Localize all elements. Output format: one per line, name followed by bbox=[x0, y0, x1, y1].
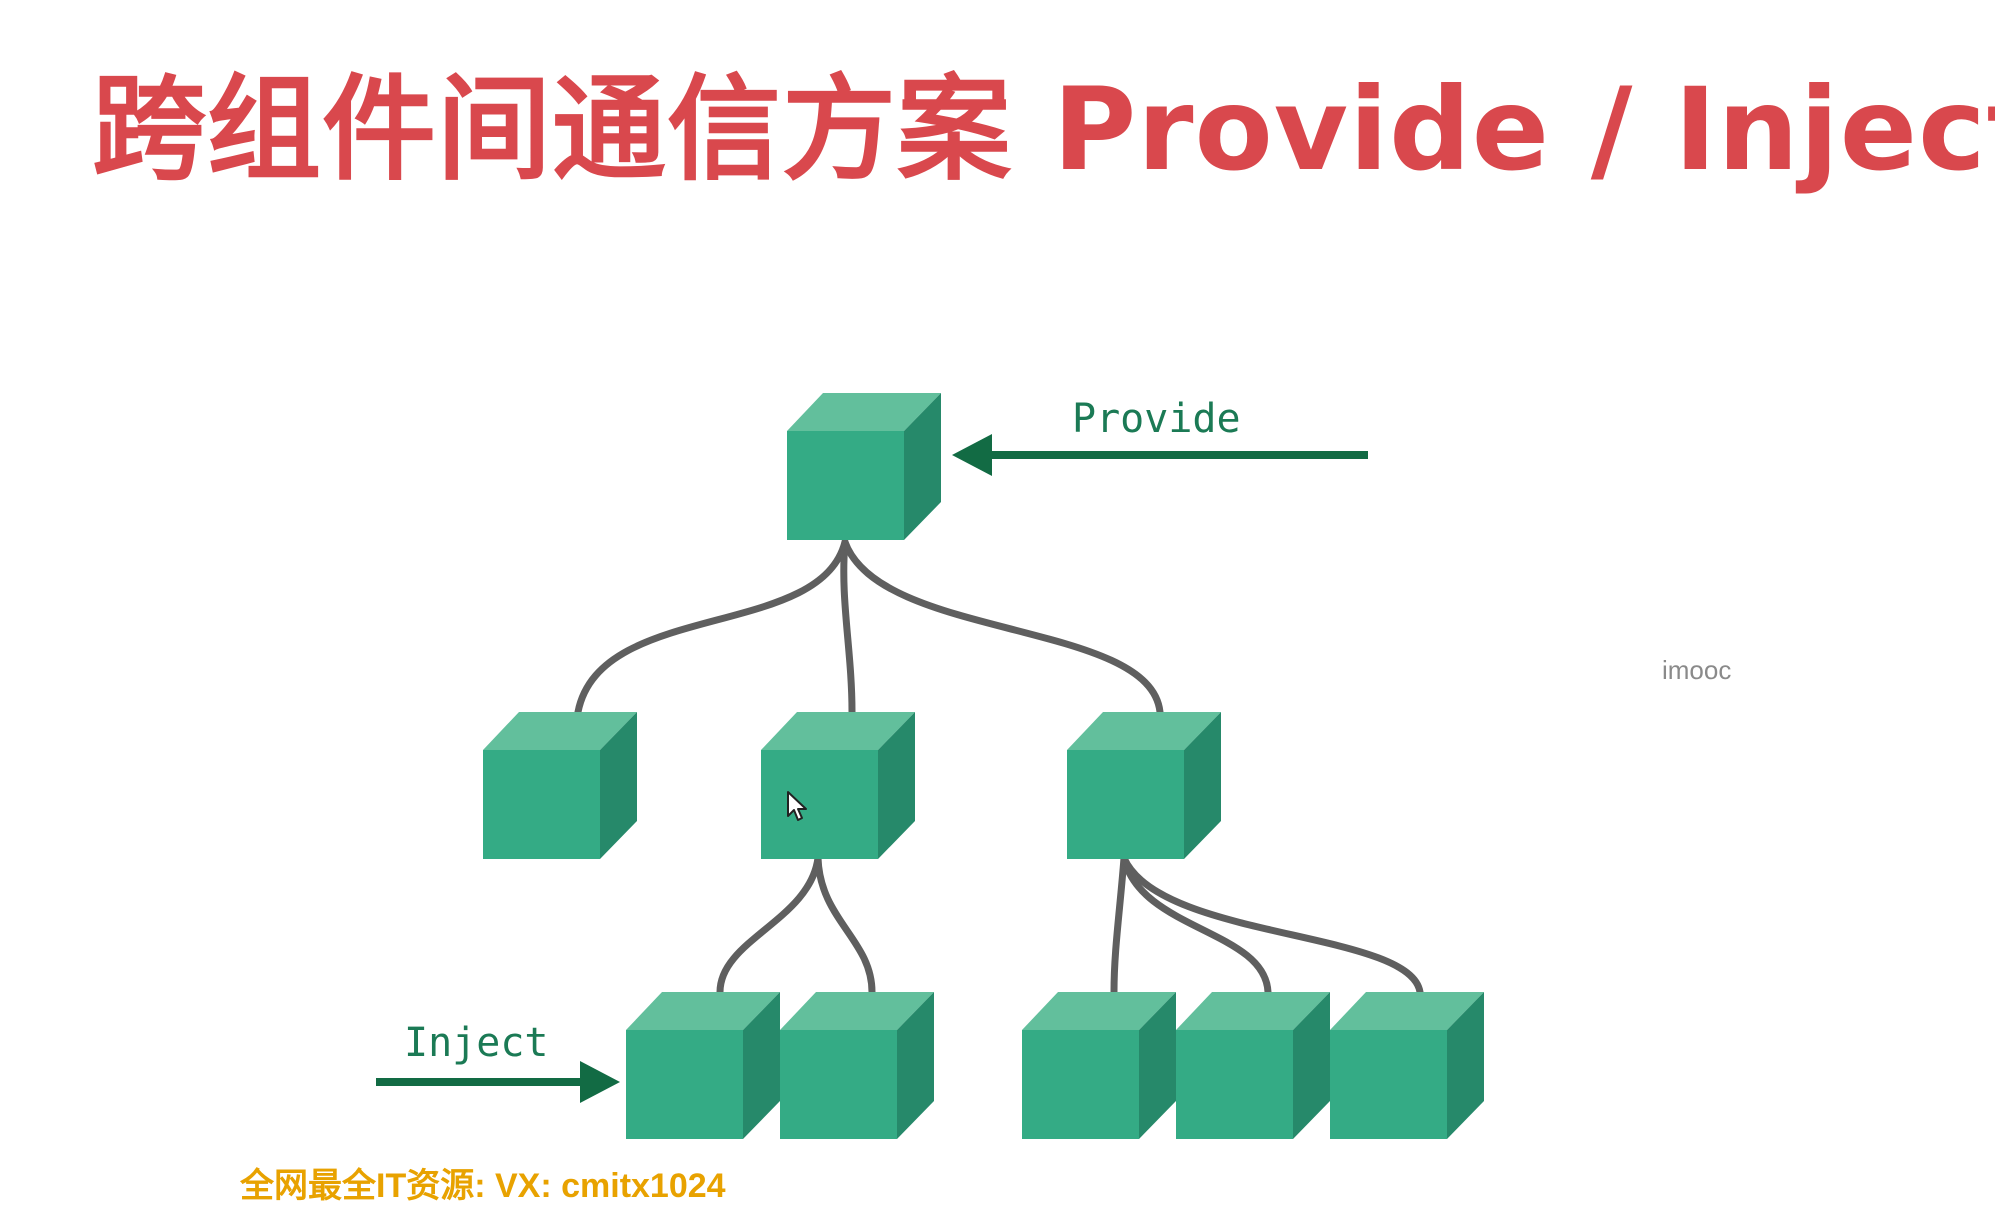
edge-root-middle bbox=[840, 538, 856, 716]
cube-front-face bbox=[787, 431, 904, 540]
cube-child-middle bbox=[761, 712, 915, 859]
edge-middle-gc2 bbox=[814, 854, 876, 996]
edge-right-gc5 bbox=[1120, 854, 1424, 996]
edge-middle-gc1 bbox=[716, 854, 822, 996]
inject-arrow bbox=[376, 1061, 620, 1103]
edge-right-gc3 bbox=[1110, 854, 1128, 996]
provide-label: Provide bbox=[1072, 396, 1241, 442]
tree-edges bbox=[574, 538, 1424, 996]
cube-grandchild-1 bbox=[626, 992, 780, 1139]
edge-root-left bbox=[574, 538, 849, 716]
cube-child-right bbox=[1067, 712, 1221, 859]
cube-root bbox=[787, 393, 941, 540]
slide: 跨组件间通信方案 Provide / Inject Provide Inject… bbox=[0, 0, 1995, 1205]
mouse-cursor-icon bbox=[787, 791, 807, 821]
inject-arrowhead bbox=[580, 1061, 620, 1103]
imooc-watermark: imooc bbox=[1662, 655, 1732, 685]
cube-grandchild-2 bbox=[780, 992, 934, 1139]
cube-grandchild-4 bbox=[1176, 992, 1330, 1139]
component-tree-diagram: Provide Inject bbox=[376, 393, 1484, 1139]
footer-watermark: 全网最全IT资源: VX: cmitx1024 bbox=[240, 1167, 726, 1205]
cube-child-left bbox=[483, 712, 637, 859]
provide-arrowhead bbox=[952, 434, 992, 476]
edge-root-right bbox=[841, 538, 1164, 716]
cube-grandchild-3 bbox=[1022, 992, 1176, 1139]
cube-grandchild-5 bbox=[1330, 992, 1484, 1139]
inject-label: Inject bbox=[404, 1020, 549, 1066]
